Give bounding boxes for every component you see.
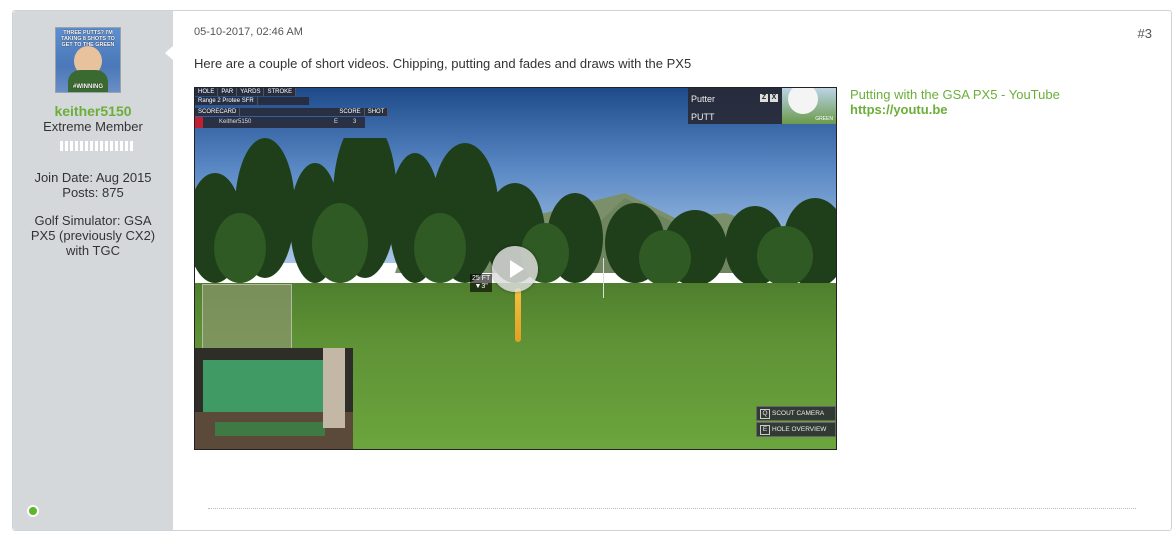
hud-distance: 25 FT ▼3" — [470, 274, 493, 292]
golf-ball-icon: GREEN — [782, 88, 836, 124]
post-message: Here are a couple of short videos. Chipp… — [194, 56, 692, 71]
post-content: 05-10-2017, 02:46 AM #3 Here are a coupl… — [173, 11, 1171, 530]
post-author-sidebar: THREE PUTTS? I'M TAKING 8 SHOTS TO GET T… — [13, 11, 174, 530]
post-date: 05-10-2017, 02:46 AM — [194, 26, 303, 38]
hud-minimap — [202, 284, 292, 350]
author-username[interactable]: keither5150 — [13, 103, 173, 119]
avatar-caption-top: THREE PUTTS? I'M TAKING 8 SHOTS TO GET T… — [61, 30, 115, 48]
post-divider — [208, 508, 1136, 509]
hole-overview-button: E HOLE OVERVIEW — [756, 422, 836, 437]
avatar-caption-bottom: #WINNING — [73, 84, 103, 90]
golf-simulator-info: Golf Simulator: GSA PX5 (previously CX2)… — [30, 213, 156, 258]
online-status-icon — [27, 505, 39, 517]
play-icon[interactable] — [492, 246, 538, 292]
aim-marker — [515, 288, 521, 342]
flag-pole — [603, 258, 604, 298]
webcam-inset — [195, 348, 353, 449]
avatar[interactable]: THREE PUTTS? I'M TAKING 8 SHOTS TO GET T… — [55, 27, 121, 93]
post-count: Posts: 875 — [62, 185, 124, 200]
forum-post: THREE PUTTS? I'M TAKING 8 SHOTS TO GET T… — [12, 10, 1172, 531]
reputation-bar — [60, 141, 133, 151]
hud-scoreboard: HOLE PAR YARDS STROKE Range 2 Protee SFR… — [195, 88, 389, 128]
youtube-video-embed[interactable]: HOLE PAR YARDS STROKE Range 2 Protee SFR… — [194, 87, 837, 450]
join-date: Join Date: Aug 2015 — [34, 170, 152, 185]
scout-camera-button: Q SCOUT CAMERA — [756, 406, 836, 421]
author-title: Extreme Member — [43, 119, 143, 134]
video-link-title[interactable]: Putting with the GSA PX5 - YouTube — [850, 87, 1060, 102]
video-link-url[interactable]: https://youtu.be — [850, 102, 948, 117]
post-number-link[interactable]: #3 — [1138, 26, 1152, 41]
hud-club-info: Putter PUTT ZX GREEN — [688, 88, 836, 124]
hud-player-row: Keither5150 E 3 — [195, 117, 365, 128]
